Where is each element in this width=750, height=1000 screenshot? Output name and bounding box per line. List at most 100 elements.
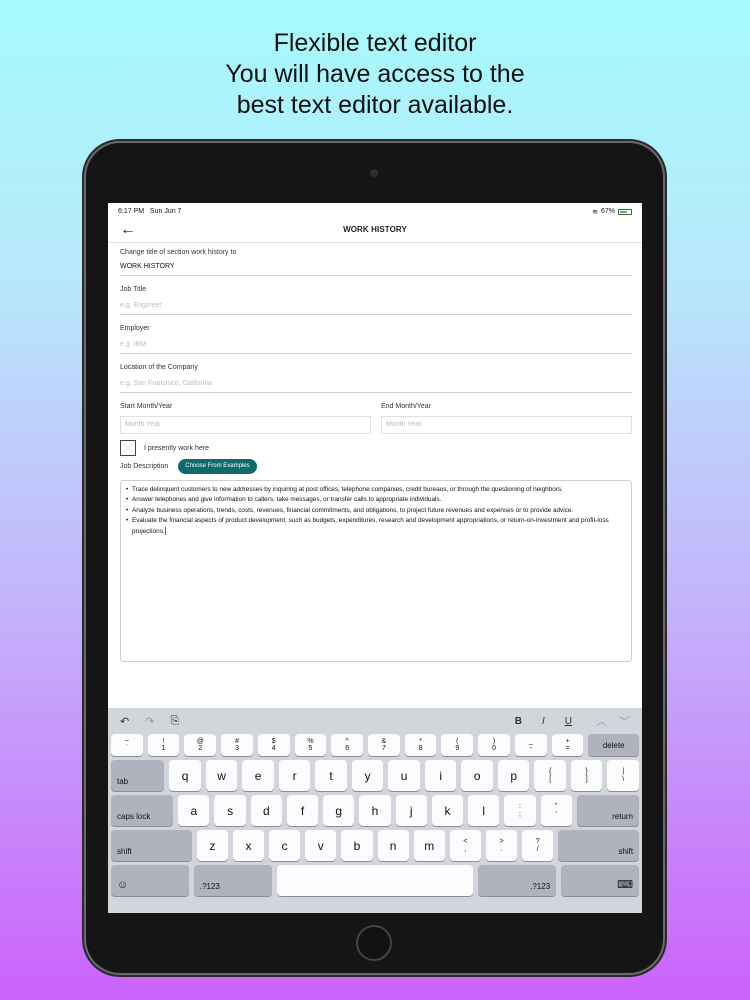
key[interactable]: ! 1 — [147, 734, 180, 756]
chevron-down-icon[interactable]: ﹀ — [619, 713, 630, 729]
key-r[interactable]: r — [278, 760, 311, 791]
choose-examples-button[interactable]: Choose From Examples — [178, 459, 257, 474]
employer-input[interactable]: e.g. IBM — [120, 334, 632, 354]
key[interactable]: ) 0 — [478, 734, 510, 756]
key-c[interactable]: c — [269, 830, 301, 861]
key-quote[interactable]: " ' — [540, 795, 572, 826]
key[interactable]: @2 — [184, 734, 217, 756]
page-title: WORK HISTORY — [343, 225, 407, 234]
end-date-input[interactable]: Month Year — [381, 416, 632, 434]
description-item: Answer telephones and give information t… — [126, 495, 626, 506]
battery-icon — [618, 208, 632, 215]
start-date-group: Start Month/Year Month Year — [120, 397, 371, 434]
key-a[interactable]: a — [178, 795, 210, 826]
key-z[interactable]: z — [196, 830, 228, 861]
key-x[interactable]: x — [232, 830, 265, 861]
key[interactable]: ^ 6 — [331, 734, 364, 756]
end-date-label: End Month/Year — [381, 403, 431, 410]
key-n[interactable]: n — [377, 830, 409, 861]
headline-line-3: best text editor available. — [236, 91, 514, 119]
date-row: Start Month/Year Month Year End Month/Ye… — [120, 397, 632, 434]
space-bar[interactable] — [276, 865, 474, 896]
key-pipe[interactable]: | \ — [607, 760, 639, 791]
key-question[interactable]: ? / — [522, 830, 554, 861]
key[interactable]: & 7 — [368, 734, 400, 756]
chevron-up-icon[interactable]: ︿ — [596, 713, 607, 729]
key-u[interactable]: u — [388, 760, 420, 791]
toolbar-arrows: ︿ ﹀ — [596, 713, 630, 729]
key[interactable]: % 5 — [294, 734, 327, 756]
ipad-frame: 6:17 PM Sun Jun 7 ≋ 67% ← WORK HISTORY C… — [86, 143, 663, 973]
key-m[interactable]: m — [413, 830, 445, 861]
key-e[interactable]: e — [242, 760, 274, 791]
redo-icon[interactable]: ↷ — [145, 715, 154, 728]
emoji-key[interactable]: ☺ — [111, 865, 189, 896]
key-j[interactable]: j — [395, 795, 427, 826]
camera — [370, 169, 378, 177]
key[interactable]: (9 — [441, 734, 474, 756]
job-description-editor[interactable]: Trace delinquent customers to new addres… — [120, 480, 632, 662]
battery-percent: 67% — [600, 208, 615, 215]
key-w[interactable]: w — [205, 760, 238, 791]
key-brace-open[interactable]: {[ — [534, 760, 566, 791]
start-date-input[interactable]: Month Year — [120, 416, 371, 434]
key-g[interactable]: g — [323, 795, 355, 826]
key-brace-close[interactable]: }] — [570, 760, 603, 791]
caps-lock-key[interactable]: caps lock — [111, 795, 174, 826]
home-button[interactable] — [356, 925, 392, 961]
status-time: 6:17 PM — [118, 208, 145, 215]
section-title-label: Change title of section work history to — [120, 249, 237, 256]
keyboard-row-numbers: ~ ` ! 1 @2 #3 $4 % 5 ^ 6 & 7 * 8 (9 ) 0 _ - + = d… — [108, 734, 642, 756]
bold-button[interactable]: B — [515, 716, 522, 727]
key-i[interactable]: i — [424, 760, 457, 791]
location-label: Location of the Company — [120, 364, 198, 371]
key-greater-than[interactable]: >. — [486, 830, 518, 861]
key[interactable]: ~ ` — [111, 734, 143, 756]
numbers-key-right[interactable]: .?123 — [478, 865, 557, 896]
job-title-label: Job Title — [120, 286, 147, 293]
key-v[interactable]: v — [305, 830, 337, 861]
tab-key[interactable]: tab — [111, 760, 165, 791]
paste-icon[interactable]: ⎘ — [170, 715, 179, 728]
underline-button[interactable]: U — [565, 716, 572, 727]
section-title-input[interactable]: WORK HISTORY — [120, 256, 632, 276]
back-arrow-icon[interactable]: ← — [120, 220, 136, 240]
shift-right-key[interactable]: shift — [558, 830, 640, 861]
keyboard-toolbar: ↶ ↷ ⎘ B I U ︿ ﹀ — [108, 708, 642, 734]
italic-button[interactable]: I — [542, 716, 545, 727]
key-h[interactable]: h — [359, 795, 391, 826]
key-l[interactable]: l — [468, 795, 500, 826]
key-less-than[interactable]: <, — [449, 830, 481, 861]
key-y[interactable]: y — [351, 760, 384, 791]
key[interactable]: $4 — [257, 734, 290, 756]
key-t[interactable]: t — [315, 760, 347, 791]
return-key[interactable]: return — [576, 795, 640, 826]
key[interactable]: * 8 — [404, 734, 437, 756]
status-date: Sun Jun 7 — [149, 208, 182, 215]
keyboard-row-asdf: caps lock a s d f g h j k l :; " ' return — [108, 795, 642, 826]
key-p[interactable]: p — [497, 760, 530, 791]
undo-icon[interactable]: ↶ — [120, 715, 129, 728]
description-item-text: Evaluate the financial aspects of produc… — [132, 517, 609, 535]
key-d[interactable]: d — [250, 795, 282, 826]
present-row: I presently work here — [120, 440, 632, 456]
key-s[interactable]: s — [214, 795, 246, 826]
numbers-key-left[interactable]: .?123 — [193, 865, 272, 896]
hide-keyboard-key[interactable]: ⌨ — [561, 865, 639, 896]
present-checkbox[interactable] — [120, 440, 136, 456]
key[interactable]: _ - — [514, 734, 547, 756]
location-input[interactable]: e.g. San Francisco, California — [120, 373, 632, 393]
job-title-input[interactable]: e.g. Engineer — [120, 295, 632, 315]
key[interactable]: + = — [551, 734, 584, 756]
shift-left-key[interactable]: shift — [111, 830, 192, 861]
headline-line-1: Flexible text editor — [273, 29, 477, 57]
key-k[interactable]: k — [431, 795, 464, 826]
key-colon[interactable]: :; — [504, 795, 536, 826]
key-f[interactable]: f — [286, 795, 319, 826]
key-o[interactable]: o — [461, 760, 493, 791]
present-label: I presently work here — [144, 444, 209, 452]
key-q[interactable]: q — [169, 760, 201, 791]
key[interactable]: #3 — [221, 734, 253, 756]
delete-key[interactable]: delete — [588, 734, 640, 756]
key-b[interactable]: b — [341, 830, 373, 861]
